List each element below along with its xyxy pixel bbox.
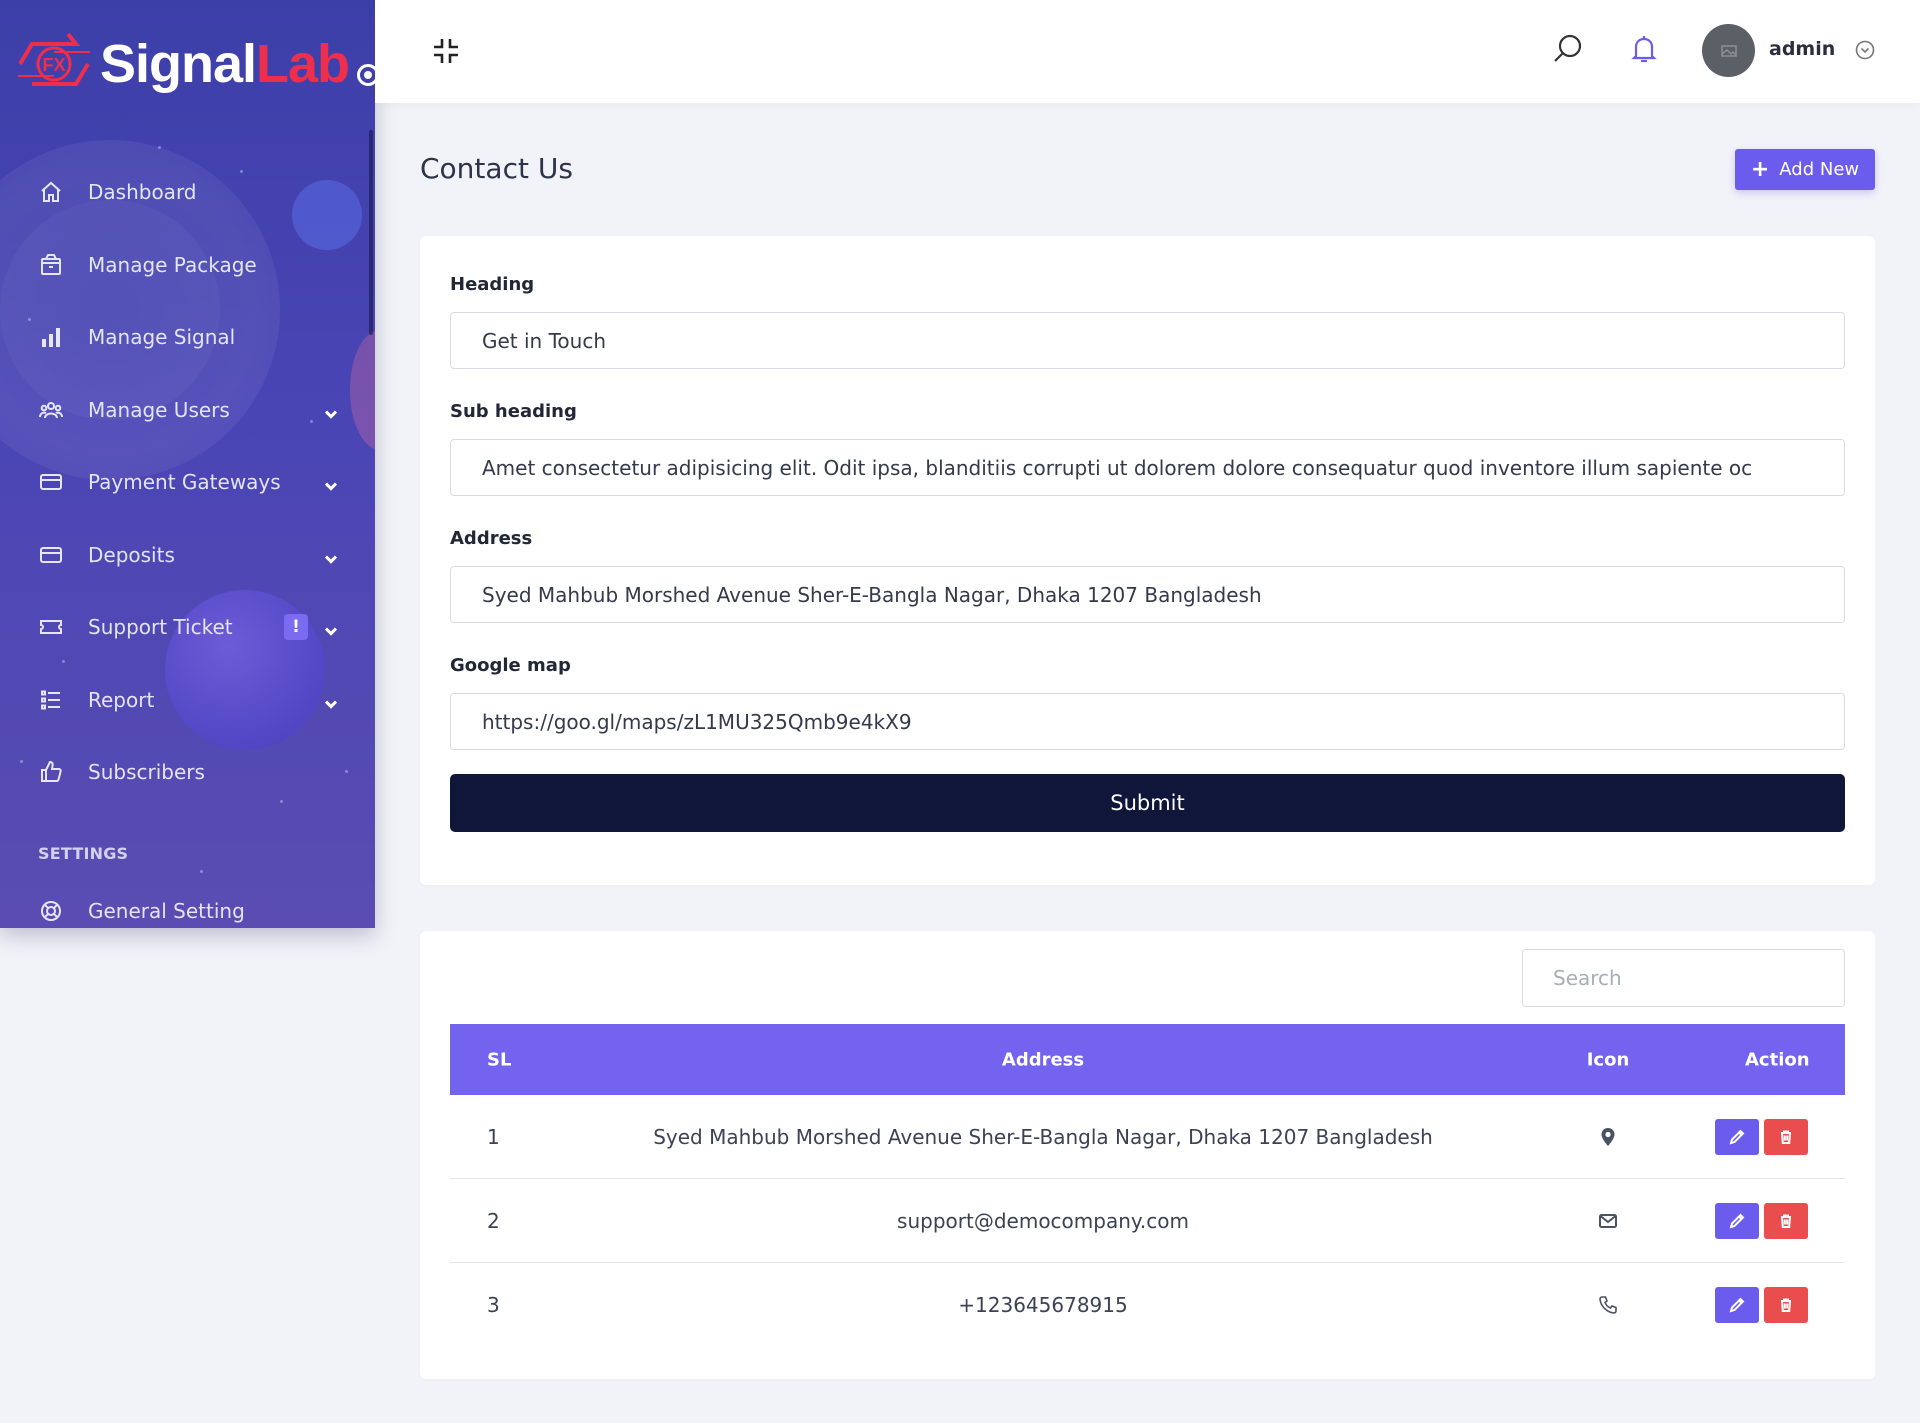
chevron-down-icon [323, 476, 339, 492]
edit-button[interactable] [1715, 1287, 1759, 1323]
plus-icon: + [1750, 156, 1770, 182]
delete-button[interactable] [1764, 1118, 1808, 1155]
page-title: Contact Us [420, 152, 573, 185]
avatar[interactable] [1702, 24, 1755, 77]
envelope-icon [1568, 1211, 1648, 1231]
sidebar-item-label: Manage Users [88, 397, 230, 422]
package-icon [38, 252, 64, 278]
edit-button[interactable] [1715, 1202, 1759, 1239]
chevron-down-circle-icon[interactable] [1855, 40, 1875, 60]
pencil-icon [1729, 1213, 1745, 1228]
alert-badge: ! [284, 614, 308, 641]
table-row: 2 support@democompany.com [450, 1179, 1845, 1263]
sidebar: FX SignalLab Dashboard Manage Package Ma… [0, 0, 375, 928]
brand-name: SignalLab [100, 34, 350, 94]
trash-icon [1781, 1130, 1791, 1144]
users-icon [38, 397, 64, 423]
trash-icon [1781, 1214, 1791, 1228]
add-new-label: Add New [1779, 159, 1860, 180]
sidebar-item-manage-signal[interactable]: Manage Signal [0, 301, 375, 374]
fx-logo-icon: FX [18, 32, 90, 86]
google-map-input[interactable]: https://goo.gl/maps/zL1MU325Qmb9e4kX9 [450, 693, 1845, 750]
table-row: 1 Syed Mahbub Morshed Avenue Sher-E-Bang… [450, 1095, 1845, 1179]
sidebar-item-support-ticket[interactable]: Support Ticket ! [0, 591, 375, 664]
thumbs-up-icon [38, 759, 64, 785]
sidebar-item-label: Subscribers [88, 760, 205, 785]
map-marker-icon [1568, 1127, 1648, 1147]
row-address: +123645678915 [958, 1293, 1128, 1317]
sidebar-item-payment-gateways[interactable]: Payment Gateways [0, 446, 375, 519]
table-search-input[interactable] [1522, 949, 1845, 1007]
row-address: Syed Mahbub Morshed Avenue Sher-E-Bangla… [653, 1124, 1433, 1149]
brand-name-part1: Signal [100, 34, 257, 94]
column-header-icon: Icon [1586, 1049, 1630, 1070]
radio-dot-icon [357, 64, 375, 86]
credit-card-icon [38, 542, 64, 568]
brand-mark-text: FX [42, 55, 65, 75]
delete-button[interactable] [1764, 1287, 1808, 1323]
sidebar-item-deposits[interactable]: Deposits [0, 519, 375, 592]
sidebar-item-label: Deposits [88, 542, 175, 567]
address-input[interactable]: Syed Mahbub Morshed Avenue Sher-E-Bangla… [450, 566, 1845, 623]
column-header-address: Address [1001, 1049, 1085, 1070]
sidebar-item-label: Dashboard [88, 180, 197, 205]
sidebar-item-manage-users[interactable]: Manage Users [0, 374, 375, 447]
ticket-icon [38, 614, 64, 640]
sidebar-item-report[interactable]: Report [0, 664, 375, 737]
address-label: Address [450, 528, 533, 549]
sidebar-item-label: Payment Gateways [88, 470, 281, 495]
google-map-label: Google map [450, 655, 571, 676]
phone-icon [1568, 1295, 1648, 1315]
sidebar-item-label: Manage Signal [88, 325, 236, 350]
credit-card-icon [38, 469, 64, 495]
row-address: support@democompany.com [897, 1208, 1189, 1233]
lifebuoy-icon [38, 898, 64, 924]
submit-button[interactable]: Submit [450, 774, 1845, 832]
sidebar-item-general-setting[interactable]: General Setting [0, 875, 375, 928]
table-header: SL Address Icon Action [450, 1024, 1845, 1095]
chevron-down-icon [323, 693, 339, 709]
chevron-down-icon [323, 621, 339, 637]
heading-input[interactable]: Get in Touch [450, 312, 1845, 369]
column-header-action: Action [1745, 1049, 1810, 1070]
sidebar-item-manage-package[interactable]: Manage Package [0, 229, 375, 302]
sidebar-item-label: Manage Package [88, 252, 257, 277]
sidebar-nav: Dashboard Manage Package Manage Signal M… [0, 156, 375, 809]
add-new-button[interactable]: + Add New [1735, 149, 1875, 190]
chevron-down-icon [323, 548, 339, 564]
sidebar-item-dashboard[interactable]: Dashboard [0, 156, 375, 229]
subheading-label: Sub heading [450, 401, 577, 422]
table-row: 3 +123645678915 [450, 1263, 1845, 1347]
brand-name-part2: Lab [256, 34, 350, 94]
bar-chart-icon [38, 324, 64, 350]
sidebar-item-label: General Setting [88, 899, 245, 924]
pencil-icon [1729, 1297, 1745, 1313]
subheading-input[interactable]: Amet consectetur adipisicing elit. Odit … [450, 439, 1845, 496]
home-icon [38, 179, 64, 205]
delete-button[interactable] [1764, 1202, 1808, 1239]
brand-logo[interactable]: FX SignalLab [14, 26, 375, 102]
chevron-down-icon [323, 403, 339, 419]
sidebar-item-label: Report [88, 687, 155, 712]
edit-button[interactable] [1715, 1118, 1759, 1155]
list-icon [38, 687, 64, 713]
sidebar-item-label: Support Ticket [88, 615, 233, 640]
sidebar-item-subscribers[interactable]: Subscribers [0, 736, 375, 809]
settings-section-title: SETTINGS [38, 844, 129, 863]
collapse-icon[interactable] [431, 36, 461, 66]
search-icon[interactable] [1552, 33, 1584, 65]
contact-form-card: Heading Get in Touch Sub heading Amet co… [420, 236, 1875, 885]
image-placeholder-icon [1720, 44, 1737, 57]
pencil-icon [1729, 1129, 1745, 1144]
contact-table-card: SL Address Icon Action 1 Syed Mahbub Mor… [420, 931, 1875, 1379]
heading-label: Heading [450, 274, 535, 295]
bell-icon[interactable] [1628, 33, 1660, 65]
user-name[interactable]: admin [1769, 38, 1835, 60]
trash-icon [1781, 1298, 1791, 1312]
topbar: admin [375, 0, 1920, 103]
